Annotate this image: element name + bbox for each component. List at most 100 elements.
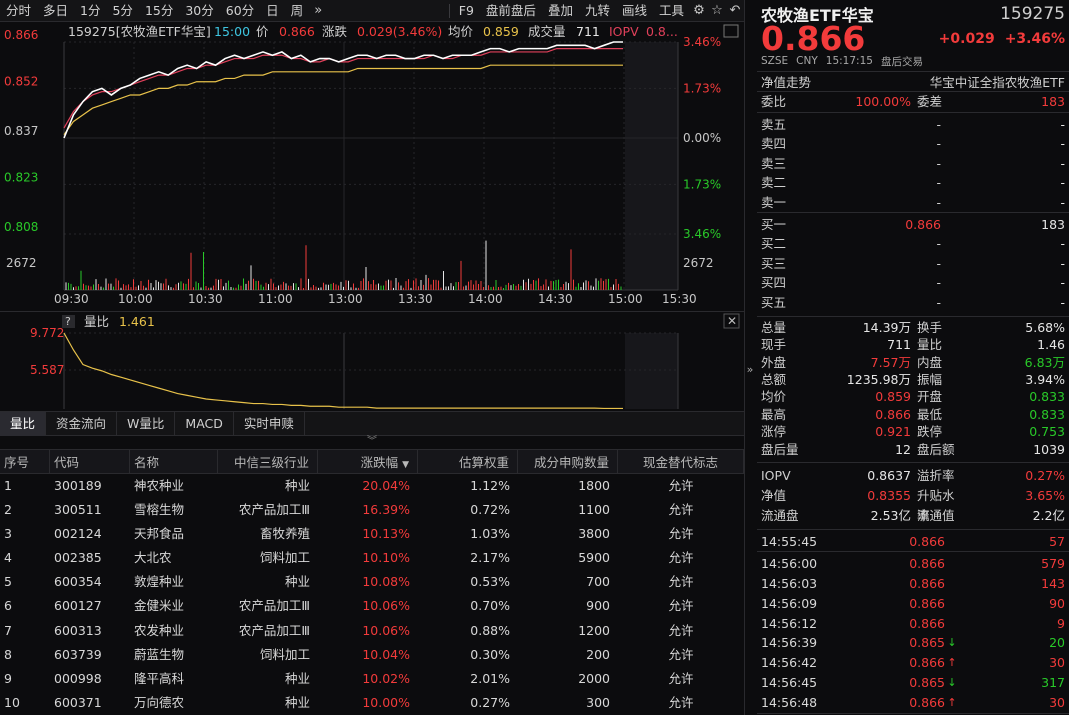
intraday-chart[interactable]: 0.866 3.46% 0.852 1.73% 0.837 0.00% 0.823 1.73%… (0, 22, 744, 311)
asks-row[interactable]: 卖三 - - (757, 154, 1069, 173)
x-tick: 15:00 (608, 292, 643, 306)
tab-realtime-redeem[interactable]: 实时申赎 (234, 412, 305, 436)
chart-avg: 0.859 (483, 24, 519, 39)
tab-60min[interactable]: 60分 (220, 0, 260, 22)
x-tick: 09:30 (54, 292, 89, 306)
back-icon[interactable]: ↶ (726, 0, 744, 22)
tab-15min[interactable]: 15分 (139, 0, 179, 22)
bids-price: - (936, 255, 941, 271)
ask-book: 卖五 - - 卖四 - - 卖三 - - 卖二 - - 卖一 - - (757, 113, 1069, 212)
tab-week[interactable]: 周 (285, 0, 310, 22)
x-tick: 14:30 (538, 292, 573, 306)
asks-row[interactable]: 卖五 - - (757, 115, 1069, 134)
cell-change: 10.06% (362, 598, 410, 614)
tab-30min[interactable]: 30分 (179, 0, 219, 22)
close-icon[interactable]: ✕ (727, 314, 737, 328)
draw-line-button[interactable]: 画线 (616, 0, 653, 22)
bids-row[interactable]: 买三 - - (757, 254, 1069, 273)
table-row[interactable]: 7 600313 农发种业 农产品加工Ⅲ 10.06% 0.88% 1200 允许 (0, 619, 744, 643)
tab-volume-ratio[interactable]: 量比 (0, 412, 47, 436)
col-weight[interactable]: 估算权重 (418, 450, 518, 473)
col-change[interactable]: 涨跌幅 ▼ (318, 450, 418, 473)
sort-desc-icon[interactable]: ▼ (402, 460, 409, 470)
help-label[interactable]: ? (65, 315, 71, 328)
stat-value: 3.94% (1025, 372, 1065, 388)
expand-panel-icon[interactable]: » (744, 360, 756, 380)
table-row[interactable]: 6 600127 金健米业 农产品加工Ⅲ 10.06% 0.70% 900 允许 (0, 594, 744, 618)
cell-cash-flag: 允许 (668, 694, 694, 710)
table-row[interactable]: 2 300511 雪榕生物 农产品加工Ⅲ 16.39% 0.72% 1100 允许 (0, 498, 744, 522)
table-row[interactable]: 8 603739 蔚蓝生物 饲料加工 10.04% 0.30% 200 允许 (0, 643, 744, 667)
bid-book: 买一 0.866 183 买二 - - 买三 - - 买四 - - 买五 - - (757, 213, 1069, 312)
volume-ratio-chart[interactable]: ? 量比 1.461 ✕ 9.772 5.587 (0, 311, 744, 411)
jiuzhuan-button[interactable]: 九转 (579, 0, 616, 22)
tab-fund-flow[interactable]: 资金流向 (46, 412, 118, 436)
tick-volume: 143 (1041, 575, 1065, 591)
tab-1min[interactable]: 1分 (74, 0, 106, 22)
nav-trend-link[interactable]: 净值走势 (761, 72, 811, 91)
overlay-button[interactable]: 叠加 (542, 0, 579, 22)
tab-macd[interactable]: MACD (175, 412, 234, 436)
cell-change: 16.39% (362, 502, 410, 518)
tick-row: 14:56:42 0.866 ↑ 30 (757, 653, 1069, 673)
cell-weight: 0.30% (470, 646, 510, 662)
stat-label: 内盘 (917, 354, 943, 370)
tick-time: 14:56:03 (761, 575, 818, 591)
x-tick: 15:30 (662, 292, 697, 306)
col-industry[interactable]: 中信三级行业 (218, 450, 318, 473)
table-row[interactable]: 3 002124 天邦食品 畜牧养殖 10.13% 1.03% 3800 允许 (0, 522, 744, 546)
y-right-tick: 1.73% (683, 81, 721, 95)
stat-value: 0.859 (875, 389, 911, 405)
tick-volume: 90 (1049, 595, 1065, 611)
tab-5min[interactable]: 5分 (106, 0, 138, 22)
collapse-toggle[interactable]: ︾ (0, 436, 744, 448)
stat-row: 总量 14.39万 换手 5.68% (757, 319, 1069, 336)
table-row[interactable]: 1 300189 神农种业 种业 20.04% 1.12% 1800 允许 (0, 474, 744, 498)
bids-label: 买二 (761, 236, 787, 252)
table-row[interactable]: 10 600371 万向德农 种业 10.00% 0.27% 300 允许 (0, 691, 744, 715)
stat-label: 振幅 (917, 372, 943, 388)
stat-label: 流通值 (917, 508, 955, 524)
stat-value: 12 (895, 441, 911, 457)
y-right-tick: 1.73% (683, 177, 721, 191)
asks-label: 卖二 (761, 175, 787, 191)
tools-button[interactable]: 工具 (653, 0, 690, 22)
col-name[interactable]: 名称 (130, 450, 218, 473)
gear-icon[interactable]: ⚙ (690, 0, 708, 22)
bids-row[interactable]: 买一 0.866 183 (757, 215, 1069, 234)
table-row[interactable]: 5 600354 敦煌种业 种业 10.08% 0.53% 700 允许 (0, 570, 744, 594)
tab-duori[interactable]: 多日 (37, 0, 74, 22)
asks-row[interactable]: 卖一 - - (757, 193, 1069, 212)
pre-post-market-button[interactable]: 盘前盘后 (480, 0, 542, 22)
bids-row[interactable]: 买五 - - (757, 293, 1069, 312)
asks-row[interactable]: 卖四 - - (757, 134, 1069, 153)
stat-label: 外盘 (761, 354, 787, 370)
col-code[interactable]: 代码 (50, 450, 130, 473)
cell-idx: 5 (4, 574, 12, 590)
tick-price: 0.866 (909, 615, 945, 631)
tick-price: 0.865 (909, 635, 945, 651)
index-name[interactable]: 华宝中证全指农牧渔ETF (930, 72, 1065, 91)
stat-label: 升贴水率 (917, 488, 955, 524)
tab-w-volume-ratio[interactable]: W量比 (117, 412, 176, 436)
tick-time: 14:56:48 (761, 695, 818, 711)
asks-row[interactable]: 卖二 - - (757, 173, 1069, 192)
tick-row: 14:56:39 0.865 ↓ 20 (757, 633, 1069, 653)
cell-change: 10.13% (362, 526, 410, 542)
tab-fenshi[interactable]: 分时 (0, 0, 37, 22)
favorite-icon[interactable]: ☆ (708, 0, 726, 22)
stat-label: 涨停 (761, 424, 787, 440)
f9-button[interactable]: F9 (453, 0, 480, 22)
tab-day[interactable]: 日 (260, 0, 285, 22)
table-row[interactable]: 4 002385 大北农 饲料加工 10.10% 2.17% 5900 允许 (0, 546, 744, 570)
col-qty[interactable]: 成分申购数量 (518, 450, 618, 473)
col-idx[interactable]: 序号 (0, 450, 50, 473)
tick-price: 0.866 (909, 655, 945, 671)
table-row[interactable]: 9 000998 隆平高科 种业 10.02% 2.01% 2000 允许 (0, 667, 744, 691)
chevron-double-right-icon[interactable]: » (309, 0, 327, 22)
bids-row[interactable]: 买二 - - (757, 234, 1069, 253)
chevron-double-down-icon[interactable]: ︾ (367, 436, 377, 447)
col-cash-flag[interactable]: 现金替代标志 (618, 450, 744, 473)
bids-row[interactable]: 买四 - - (757, 273, 1069, 292)
tick-arrow-icon: ↑ (947, 656, 957, 670)
